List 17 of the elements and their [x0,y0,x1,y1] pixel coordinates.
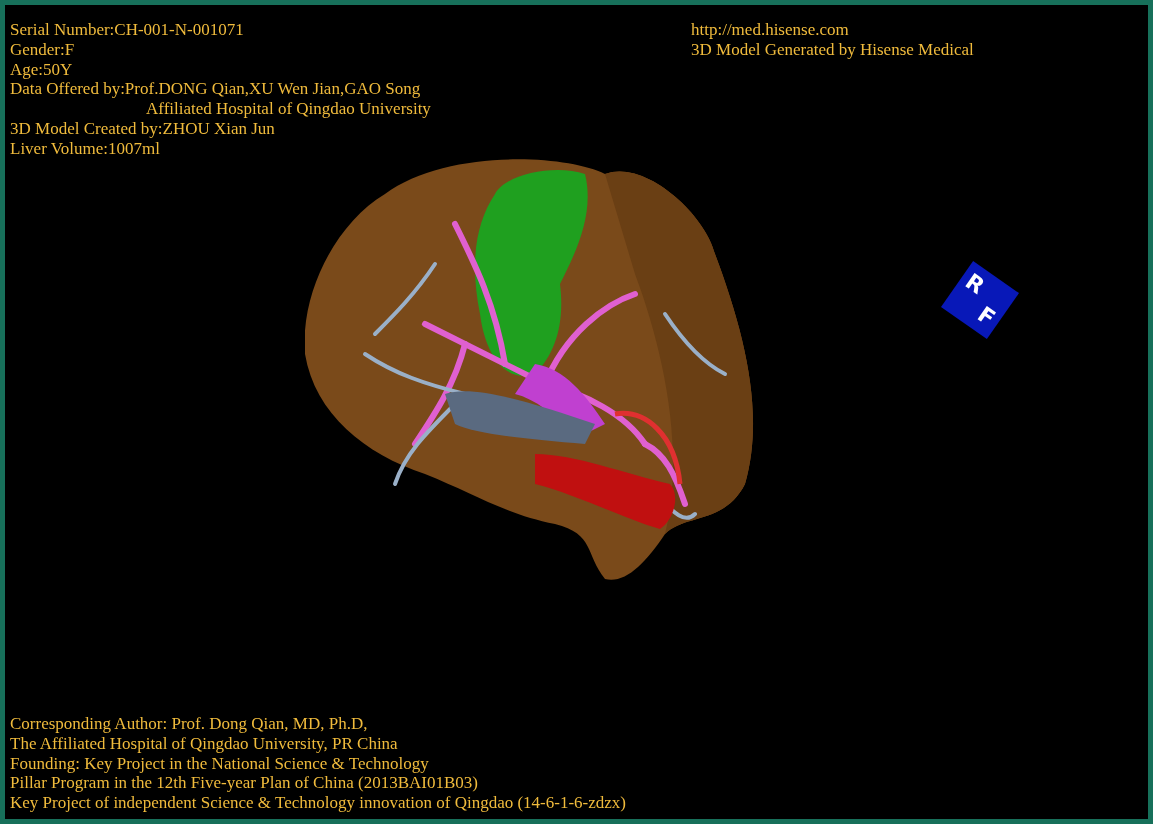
cube-label: F [973,302,999,330]
credit-text: Key Project of independent Science & Technology innovation of Qingdao (14-6-1-6-zdzx) [10,793,626,813]
credit-text: Founding: Key Project in the National Science & Technology [10,753,429,774]
generator-text: 3D Model Generated by Hisense Medical [691,39,974,60]
info-text: Liver Volume:1007ml [10,138,160,159]
info-text: Gender:F [10,39,75,60]
credit-text: The Affiliated Hospital of Qingdao University, PR China [10,733,398,754]
info-text: 3D Model Created by:ZHOU Xian Jun [10,119,275,139]
info-continuation-text: Affiliated Hospital of Qingdao University [146,99,431,119]
info-text: Serial Number:CH-001-N-001071 [10,20,244,40]
generator-text: http://med.hisense.com [691,20,849,40]
info-text: Age:50Y [10,59,73,80]
info-text: Data Offered by:Prof.DONG Qian,XU Wen Jian,GAO Song [10,79,421,100]
credit-text: Corresponding Author: Prof. Dong Qian, MD, Ph.D, [10,714,368,734]
cube-label: R [961,269,988,298]
credit-text: Pillar Program in the 12th Five-year Plan of China (2013BAI01B03) [10,773,478,794]
orientation-cube[interactable]: R F [941,260,1019,339]
